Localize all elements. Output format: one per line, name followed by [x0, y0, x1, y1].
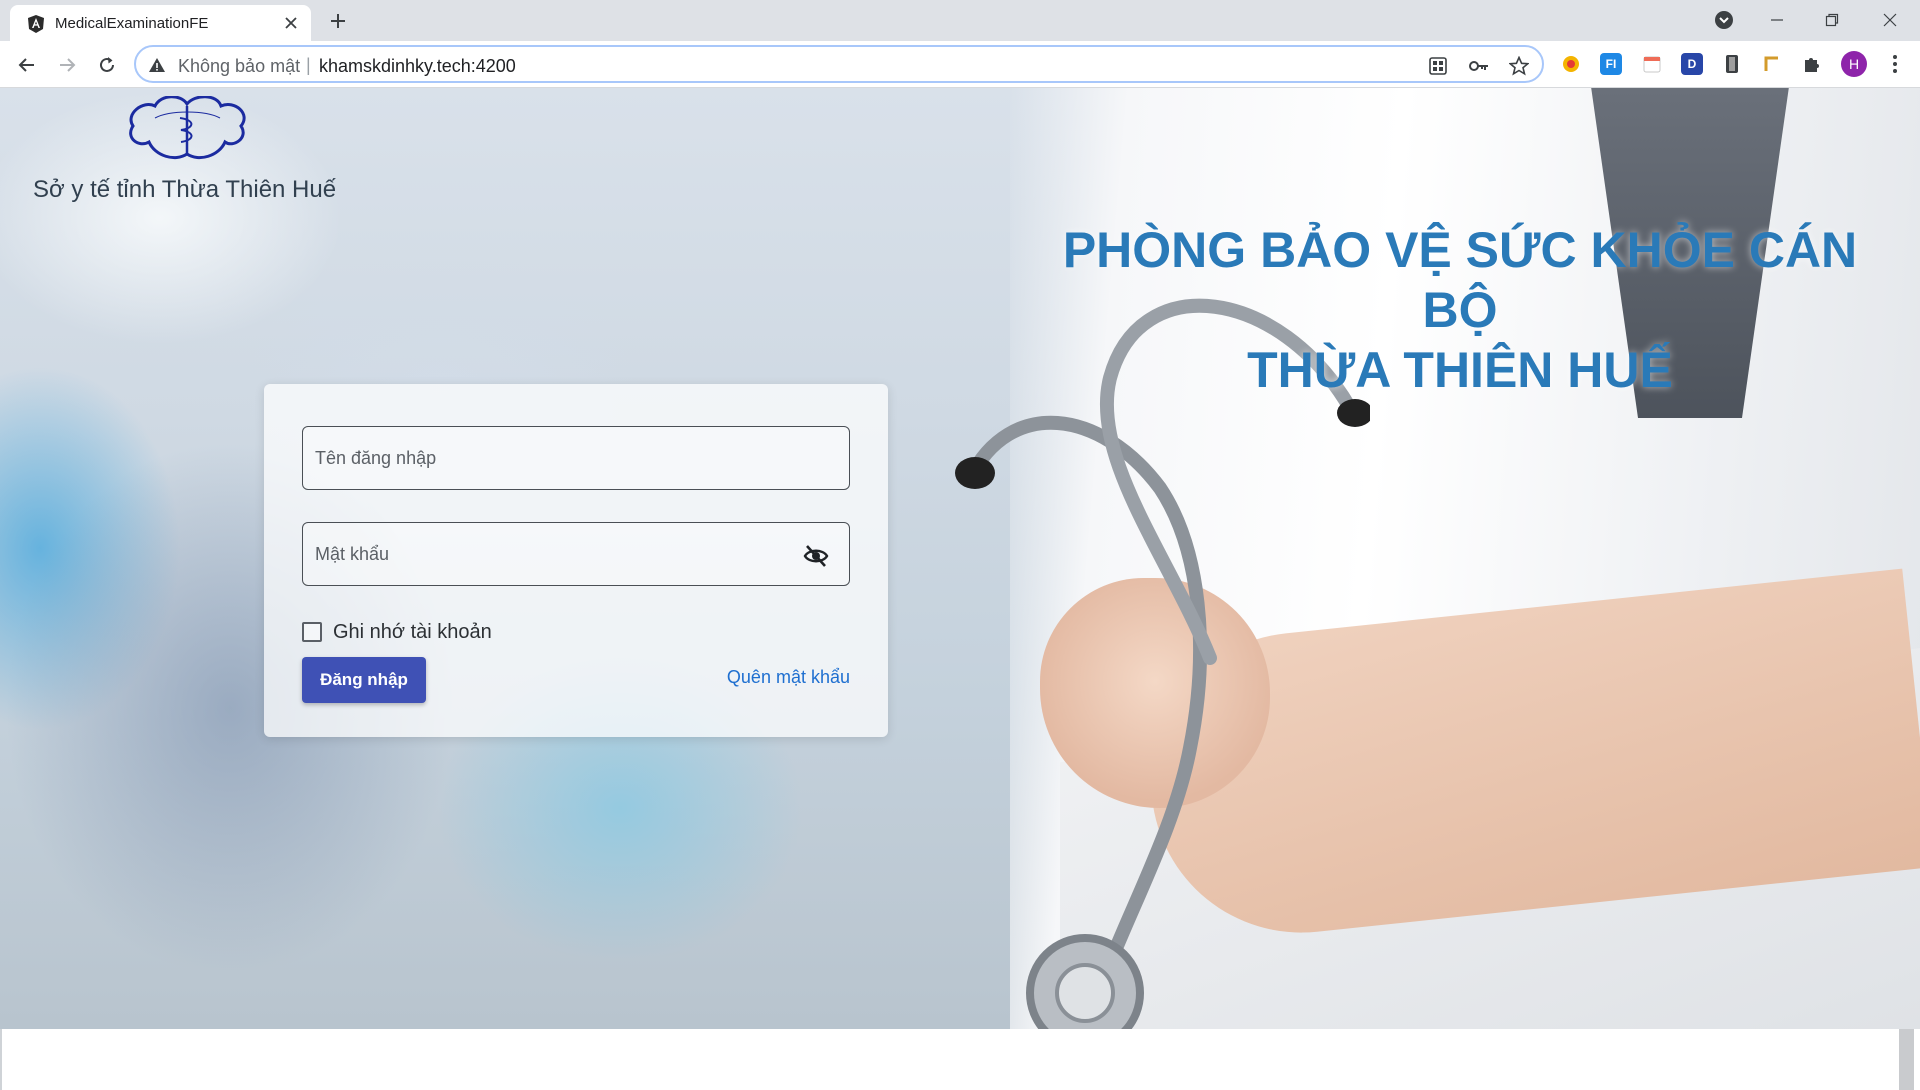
forward-icon[interactable] [53, 51, 81, 79]
color-picker-icon[interactable] [1560, 53, 1582, 75]
page-viewport: Sở y tế tỉnh Thừa Thiên Huế PHÒNG BẢO VỆ… [0, 88, 1920, 1029]
username-input[interactable] [303, 427, 849, 489]
clipboard-extension-icon[interactable] [1721, 53, 1743, 75]
browser-window: MedicalExaminationFE Không bảo mật | kha… [0, 0, 1920, 1090]
browser-tab[interactable]: MedicalExaminationFE [10, 5, 311, 41]
reload-icon[interactable] [93, 51, 121, 79]
qr-code-icon[interactable] [1427, 55, 1449, 77]
fi-extension-icon[interactable]: FI [1600, 53, 1622, 75]
key-icon[interactable] [1468, 55, 1490, 77]
eye-off-icon[interactable] [803, 543, 829, 569]
headline-line-1: PHÒNG BẢO VỆ SỨC KHỎE CÁN BỘ [1062, 222, 1858, 338]
password-field[interactable] [302, 522, 850, 586]
more-menu-icon[interactable] [1885, 52, 1905, 76]
health-department-logo [129, 96, 246, 159]
tab-title: MedicalExaminationFE [55, 15, 209, 32]
login-card: Ghi nhớ tài khoản Đăng nhập Quên mật khẩ… [264, 384, 888, 737]
remember-checkbox[interactable] [302, 622, 322, 642]
tab-search-icon[interactable] [1700, 0, 1748, 40]
address-separator: | [306, 55, 311, 75]
window-close-icon[interactable] [1866, 0, 1914, 40]
password-input[interactable] [303, 523, 849, 585]
close-icon[interactable] [280, 12, 302, 34]
address-bar[interactable]: Không bảo mật | khamskdinhky.tech:4200 [134, 45, 1544, 83]
forgot-password-link[interactable]: Quên mật khẩu [727, 667, 850, 688]
page-bottom-area [0, 1029, 1920, 1090]
ruler-extension-icon[interactable] [1761, 53, 1783, 75]
security-label[interactable]: Không bảo mật [178, 56, 300, 77]
browser-toolbar: Không bảo mật | khamskdinhky.tech:4200 F… [0, 41, 1920, 88]
login-button[interactable]: Đăng nhập [302, 657, 426, 703]
scrollbar[interactable] [1899, 1029, 1914, 1090]
d-extension-icon[interactable]: D [1681, 53, 1703, 75]
tab-strip: MedicalExaminationFE [0, 0, 1920, 41]
url-text[interactable]: khamskdinhky.tech:4200 [319, 56, 516, 77]
bookmark-star-icon[interactable] [1508, 55, 1530, 77]
username-field[interactable] [302, 426, 850, 490]
new-tab-icon[interactable] [326, 9, 350, 33]
remember-me[interactable]: Ghi nhớ tài khoản [302, 619, 492, 645]
remember-label[interactable]: Ghi nhớ tài khoản [333, 621, 492, 644]
minimize-icon[interactable] [1753, 0, 1801, 40]
warning-icon[interactable] [148, 56, 166, 74]
back-icon[interactable] [13, 51, 41, 79]
restore-icon[interactable] [1808, 0, 1856, 40]
headline-line-2: THỪA THIÊN HUẾ [1247, 342, 1673, 398]
page-headline: PHÒNG BẢO VỆ SỨC KHỎE CÁN BỘ THỪA THIÊN … [1040, 220, 1880, 400]
calendar-extension-icon[interactable] [1641, 53, 1663, 75]
organization-name: Sở y tế tỉnh Thừa Thiên Huế [33, 176, 337, 203]
angular-icon [28, 15, 44, 33]
puzzle-icon[interactable] [1801, 53, 1823, 75]
profile-avatar[interactable]: H [1841, 51, 1867, 77]
